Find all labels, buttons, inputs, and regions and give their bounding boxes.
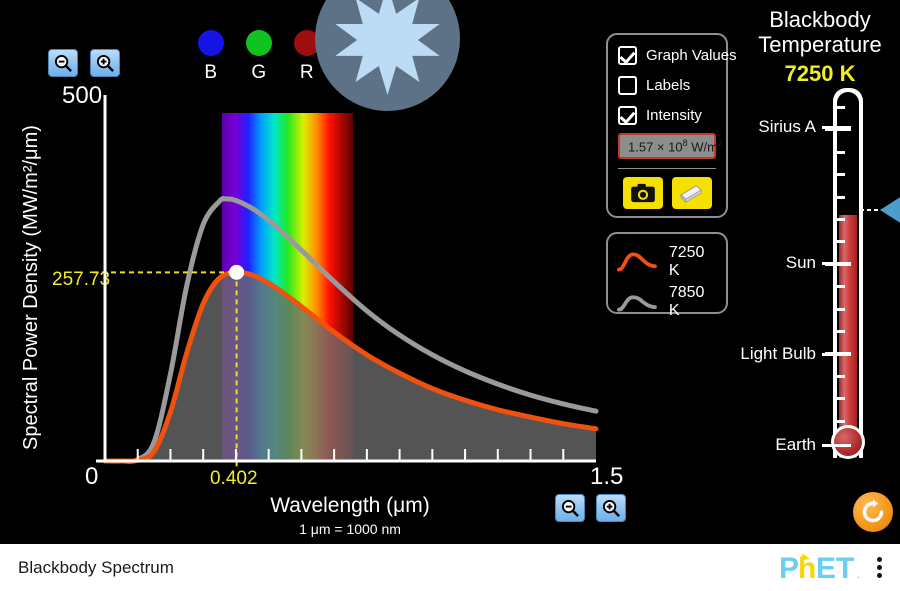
checkbox-icon-graph-values[interactable]	[618, 46, 637, 65]
control-panel: Graph Values Labels Intensity 1.57 × 108…	[606, 33, 737, 218]
thermometer-label-earth: Earth	[775, 435, 816, 454]
checkbox-intensity[interactable]: Intensity	[618, 106, 716, 125]
spectrum-graph: Spectral Power Density (MW/m²/μm) 500 0 …	[0, 0, 640, 540]
slider-connector	[860, 209, 882, 211]
plot-canvas	[93, 95, 599, 467]
legend-entry-7850k: 7850 K	[617, 284, 717, 320]
sim-footer-bar: Blackbody Spectrum P h ET .	[0, 544, 900, 591]
thermometer-title-line2: Temperature	[758, 31, 882, 57]
thermometer-major-tick	[822, 262, 851, 265]
svg-text:P: P	[779, 552, 799, 585]
kebab-dot	[877, 565, 882, 570]
thermometer-minor-tick	[833, 106, 845, 109]
intensity-units: W/m	[687, 139, 718, 155]
reset-all-icon	[862, 499, 884, 523]
thermometer-minor-tick	[833, 195, 845, 199]
x-zoom-out-button[interactable]	[555, 494, 585, 522]
camera-icon	[630, 184, 655, 203]
legend-label-7850k: 7850 K	[668, 284, 705, 319]
phet-logo-icon[interactable]: P h ET .	[779, 551, 867, 585]
checkbox-label-graph-values: Graph Values	[646, 47, 737, 64]
zoom-out-icon	[561, 499, 579, 517]
thermometer-title-line1: Blackbody	[769, 7, 871, 32]
simulation-screen: B G R Spectral Power Density (MW/m²/μm) …	[0, 0, 900, 591]
thermometer-minor-tick	[833, 285, 845, 289]
thermometer-label-sirius-a: Sirius A	[758, 117, 816, 136]
erase-button[interactable]	[671, 177, 712, 210]
checkbox-icon-labels[interactable]	[618, 76, 637, 95]
thermometer-value: 7250 K	[784, 61, 856, 87]
thermometer-minor-tick	[833, 374, 845, 378]
x-axis-subtitle: 1 μm = 1000 nm	[299, 521, 401, 537]
thermometer-minor-tick	[833, 307, 845, 311]
legend-curve-icon-orange	[617, 252, 657, 272]
thermometer-minor-tick	[833, 330, 845, 333]
thermometer-bulb	[831, 425, 865, 459]
checkbox-icon-intensity[interactable]	[618, 106, 637, 125]
save-snapshot-button[interactable]	[622, 177, 663, 210]
x-zoom-in-button[interactable]	[596, 494, 626, 522]
zoom-in-icon	[602, 499, 620, 517]
thermometer-minor-tick	[833, 397, 845, 401]
curve-legend-panel: 7250 K 7850 K	[606, 232, 728, 319]
kebab-dot	[877, 573, 882, 578]
legend-entry-7250k: 7250 K	[617, 244, 717, 280]
thermometer-label-sun: Sun	[785, 253, 816, 272]
intensity-units-exponent: 2	[717, 138, 723, 148]
panel-divider	[618, 168, 716, 170]
thermometer-minor-tick	[833, 240, 845, 244]
thermometer-label-light-bulb: Light Bulb	[740, 344, 816, 363]
thermometer-minor-tick	[833, 218, 845, 221]
thermometer-minor-tick	[833, 419, 845, 423]
thermometer-major-tick	[822, 126, 851, 129]
legend-label-7250k: 7250 K	[668, 244, 705, 279]
x-axis-title: Wavelength (μm)	[270, 494, 430, 517]
eraser-icon	[679, 185, 702, 204]
svg-text:ET: ET	[816, 552, 854, 585]
reset-all-button[interactable]	[853, 492, 893, 532]
phet-branding[interactable]: P h ET .	[779, 551, 882, 585]
phet-menu-button[interactable]	[877, 557, 882, 578]
legend-curve-icon-gray	[617, 295, 657, 312]
checkbox-labels[interactable]: Labels	[618, 76, 716, 95]
thermometer-major-tick	[822, 353, 851, 356]
thermometer-minor-tick	[833, 173, 845, 177]
thermometer-minor-tick	[833, 150, 845, 154]
kebab-dot	[877, 557, 882, 562]
thermometer-title-block: Blackbody Temperature 7250 K	[740, 7, 900, 86]
thermometer[interactable]: Sirius A Sun Light Bulb Earth	[740, 88, 900, 478]
thermometer-major-tick	[822, 444, 851, 447]
checkbox-label-labels: Labels	[646, 77, 691, 94]
temperature-slider-handle[interactable]	[880, 196, 900, 224]
intensity-readout: 1.57 × 108 W/m2	[618, 133, 723, 160]
peak-marker[interactable]	[229, 264, 245, 280]
intensity-value: 1.57 × 10	[628, 139, 683, 155]
sim-title: Blackbody Spectrum	[18, 557, 174, 577]
checkbox-graph-values[interactable]: Graph Values	[618, 46, 737, 65]
checkbox-label-intensity: Intensity	[646, 107, 702, 124]
svg-text:.: .	[857, 570, 860, 581]
